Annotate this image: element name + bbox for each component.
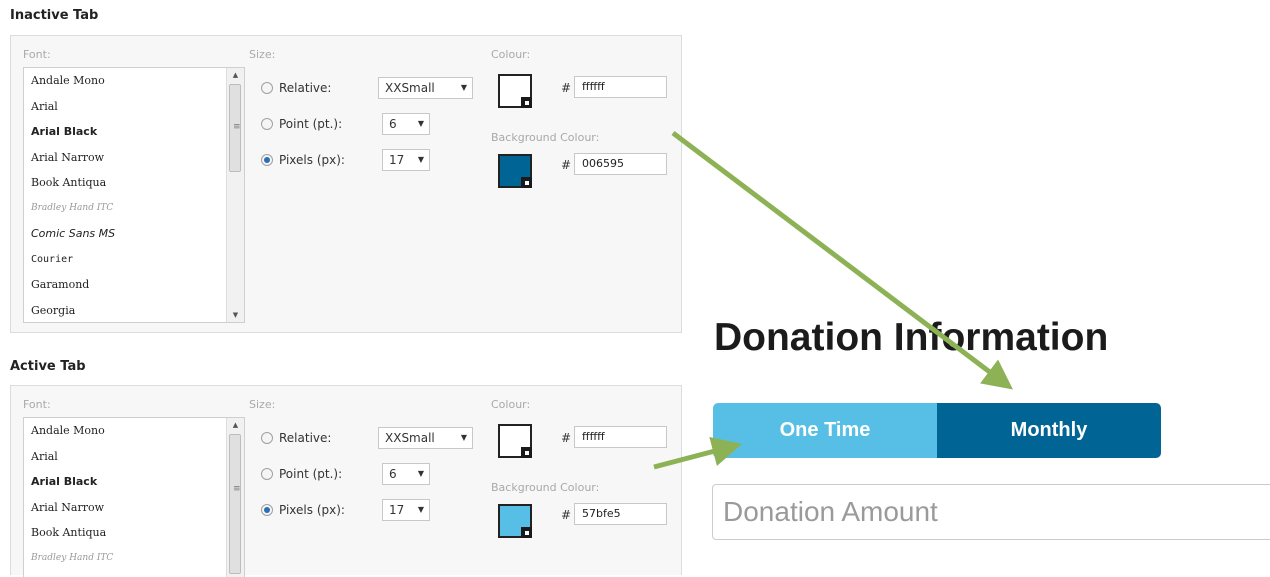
scroll-thumb[interactable]: ≡ (229, 434, 241, 574)
font-label: Font: (23, 48, 51, 61)
chevron-down-icon: ▼ (460, 433, 467, 442)
point-size-select[interactable]: 6 ▼ (382, 463, 430, 485)
font-option[interactable]: Bradley Hand ITC (24, 546, 226, 572)
point-radio[interactable] (261, 468, 273, 480)
relative-label: Relative: (279, 81, 332, 95)
color-picker-icon (521, 97, 532, 108)
chevron-down-icon: ▼ (417, 505, 424, 514)
font-option[interactable]: Book Antiqua (24, 520, 226, 546)
point-size-value: 6 (389, 467, 397, 481)
hash-symbol: # (561, 81, 572, 95)
font-option[interactable]: Andale Mono (24, 418, 226, 444)
inactive-tab-heading: Inactive Tab (10, 8, 99, 23)
color-picker-icon (521, 177, 532, 188)
grip-icon: ≡ (233, 484, 241, 495)
relative-size-option[interactable]: Relative: (261, 428, 331, 448)
relative-label: Relative: (279, 431, 332, 445)
pixels-radio[interactable] (261, 154, 273, 166)
colour-hex-input[interactable]: ffffff (574, 76, 667, 98)
background-colour-swatch[interactable] (498, 154, 532, 188)
font-label: Font: (23, 398, 51, 411)
hash-symbol: # (561, 508, 572, 522)
colour-label: Colour: (491, 48, 531, 61)
hash-symbol: # (561, 431, 572, 445)
donation-title: Donation Information (714, 316, 1109, 359)
size-label: Size: (249, 48, 276, 61)
font-option[interactable]: Courier (24, 247, 226, 273)
pixel-size-select[interactable]: 17 ▼ (382, 499, 430, 521)
point-size-select[interactable]: 6 ▼ (382, 113, 430, 135)
point-size-option[interactable]: Point (pt.): (261, 464, 342, 484)
font-list[interactable]: Andale Mono Arial Arial Black Arial Narr… (23, 67, 245, 323)
font-list[interactable]: Andale Mono Arial Arial Black Arial Narr… (23, 417, 245, 577)
font-option[interactable]: Book Antiqua (24, 170, 226, 196)
font-option[interactable]: Garamond (24, 272, 226, 298)
scroll-down-icon[interactable]: ▼ (227, 308, 244, 322)
relative-size-option[interactable]: Relative: (261, 78, 331, 98)
font-option[interactable]: Arial Narrow (24, 495, 226, 521)
pixel-size-select[interactable]: 17 ▼ (382, 149, 430, 171)
color-picker-icon (521, 447, 532, 458)
relative-radio[interactable] (261, 82, 273, 94)
size-label: Size: (249, 398, 276, 411)
inactive-tab-panel: Font: Andale Mono Arial Arial Black Aria… (10, 35, 682, 333)
background-hex-input[interactable]: 57bfe5 (574, 503, 667, 525)
colour-hex-input[interactable]: ffffff (574, 426, 667, 448)
monthly-button[interactable]: Monthly (937, 403, 1161, 458)
colour-swatch[interactable] (498, 74, 532, 108)
pixels-label: Pixels (px): (279, 153, 345, 167)
font-option[interactable]: Andale Mono (24, 68, 226, 94)
pixel-size-value: 17 (389, 503, 405, 517)
chevron-down-icon: ▼ (417, 119, 424, 128)
font-option[interactable]: Bradley Hand ITC (24, 196, 226, 222)
chevron-down-icon: ▼ (460, 83, 467, 92)
pixel-size-option[interactable]: Pixels (px): (261, 500, 345, 520)
font-option[interactable]: Arial Black (24, 469, 226, 495)
point-size-value: 6 (389, 117, 397, 131)
font-list-scrollbar[interactable]: ▲ ≡ ▼ (226, 68, 244, 322)
chevron-down-icon: ▼ (417, 469, 424, 478)
point-radio[interactable] (261, 118, 273, 130)
hash-symbol: # (561, 158, 572, 172)
font-option[interactable]: Arial Black (24, 119, 226, 145)
donation-amount-input[interactable]: Donation Amount (712, 484, 1270, 540)
colour-swatch[interactable] (498, 424, 532, 458)
pixel-size-option[interactable]: Pixels (px): (261, 150, 345, 170)
relative-size-select[interactable]: XXSmall ▼ (378, 427, 473, 449)
grip-icon: ≡ (233, 122, 241, 132)
active-tab-heading: Active Tab (10, 359, 86, 374)
scroll-up-icon[interactable]: ▲ (227, 68, 244, 82)
font-option[interactable]: Comic Sans MS (24, 221, 226, 247)
background-hex-input[interactable]: 006595 (574, 153, 667, 175)
font-option[interactable]: Arial (24, 444, 226, 470)
colour-label: Colour: (491, 398, 531, 411)
chevron-down-icon: ▼ (417, 155, 424, 164)
font-option[interactable]: Arial (24, 94, 226, 120)
one-time-button[interactable]: One Time (713, 403, 937, 458)
font-option[interactable]: Georgia (24, 298, 226, 323)
relative-size-value: XXSmall (385, 431, 435, 445)
font-list-scrollbar[interactable]: ▲ ≡ (226, 418, 244, 577)
background-colour-swatch[interactable] (498, 504, 532, 538)
point-size-option[interactable]: Point (pt.): (261, 114, 342, 134)
relative-size-value: XXSmall (385, 81, 435, 95)
relative-size-select[interactable]: XXSmall ▼ (378, 77, 473, 99)
font-option[interactable]: Arial Narrow (24, 145, 226, 171)
color-picker-icon (521, 527, 532, 538)
point-label: Point (pt.): (279, 117, 343, 131)
active-tab-panel: Font: Andale Mono Arial Arial Black Aria… (10, 385, 682, 577)
background-colour-label: Background Colour: (491, 481, 600, 494)
pixels-radio[interactable] (261, 504, 273, 516)
relative-radio[interactable] (261, 432, 273, 444)
point-label: Point (pt.): (279, 467, 343, 481)
scroll-thumb[interactable]: ≡ (229, 84, 241, 172)
scroll-up-icon[interactable]: ▲ (227, 418, 244, 432)
background-colour-label: Background Colour: (491, 131, 600, 144)
pixel-size-value: 17 (389, 153, 405, 167)
pixels-label: Pixels (px): (279, 503, 345, 517)
